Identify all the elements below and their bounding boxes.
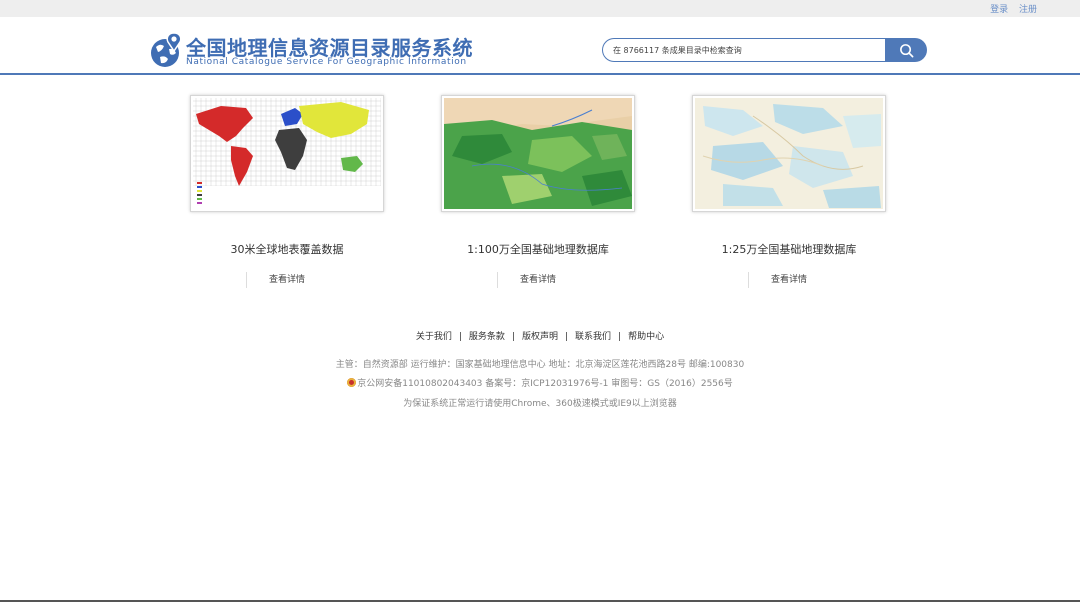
search-button[interactable] (885, 38, 927, 62)
footer-nav: 关于我们 | 服务条款 | 版权声明 | 联系我们 | 帮助中心 (0, 329, 1080, 342)
card-title[interactable]: 30米全球地表覆盖数据 (190, 241, 384, 257)
footer-link-contact[interactable]: 联系我们 (575, 332, 611, 342)
footer-link-about[interactable]: 关于我们 (416, 332, 452, 342)
footer-separator: | (458, 332, 462, 342)
footer-record-text: 京公网安备11010802043403 备案号：京ICP12031976号-1 … (357, 379, 733, 389)
search-bar (602, 38, 927, 62)
footer-separator: | (565, 332, 569, 342)
search-icon (899, 43, 913, 57)
footer-record-line: 京公网安备11010802043403 备案号：京ICP12031976号-1 … (0, 376, 1080, 389)
account-links: 登录 注册 (982, 2, 1037, 15)
search-input[interactable] (602, 38, 889, 62)
header: 全国地理信息资源目录服务系统 National Catalogue Servic… (0, 17, 1080, 75)
card-title[interactable]: 1:100万全国基础地理数据库 (441, 241, 635, 257)
view-details-button[interactable]: 查看详情 (497, 272, 578, 288)
footer-separator: | (511, 332, 515, 342)
footer-link-help[interactable]: 帮助中心 (628, 332, 664, 342)
footer-info-line: 主管：自然资源部 运行维护：国家基础地理信息中心 地址：北京海淀区莲花池西路28… (335, 360, 745, 370)
world-map-thumbnail[interactable] (190, 95, 384, 212)
footer-link-copyright[interactable]: 版权声明 (522, 332, 558, 342)
register-link[interactable]: 注册 (1019, 5, 1037, 15)
top-bar: 登录 注册 (0, 0, 1080, 17)
site-logo[interactable]: 全国地理信息资源目录服务系统 National Catalogue Servic… (150, 31, 480, 71)
police-emblem-icon (347, 378, 357, 387)
card-title[interactable]: 1:25万全国基础地理数据库 (692, 241, 886, 257)
footer-separator: | (618, 332, 622, 342)
dataset-card-1m-database: 1:100万全国基础地理数据库 查看详情 (441, 95, 635, 288)
view-details-button[interactable]: 查看详情 (246, 272, 327, 288)
dataset-card-250k-database: 1:25万全国基础地理数据库 查看详情 (692, 95, 886, 288)
terrain-map-thumbnail[interactable] (692, 95, 886, 212)
topographic-map-thumbnail[interactable] (441, 95, 635, 212)
footer-browser-note: 为保证系统正常运行请使用Chrome、360极速模式或IE9以上浏览器 (403, 399, 677, 409)
view-details-button[interactable]: 查看详情 (748, 272, 829, 288)
footer-link-terms[interactable]: 服务条款 (469, 332, 505, 342)
dataset-card-globeland30: 30米全球地表覆盖数据 查看详情 (190, 95, 384, 288)
globe-pin-icon (151, 32, 182, 67)
login-link[interactable]: 登录 (990, 5, 1008, 15)
site-subtitle: National Catalogue Service For Geographi… (186, 57, 467, 67)
